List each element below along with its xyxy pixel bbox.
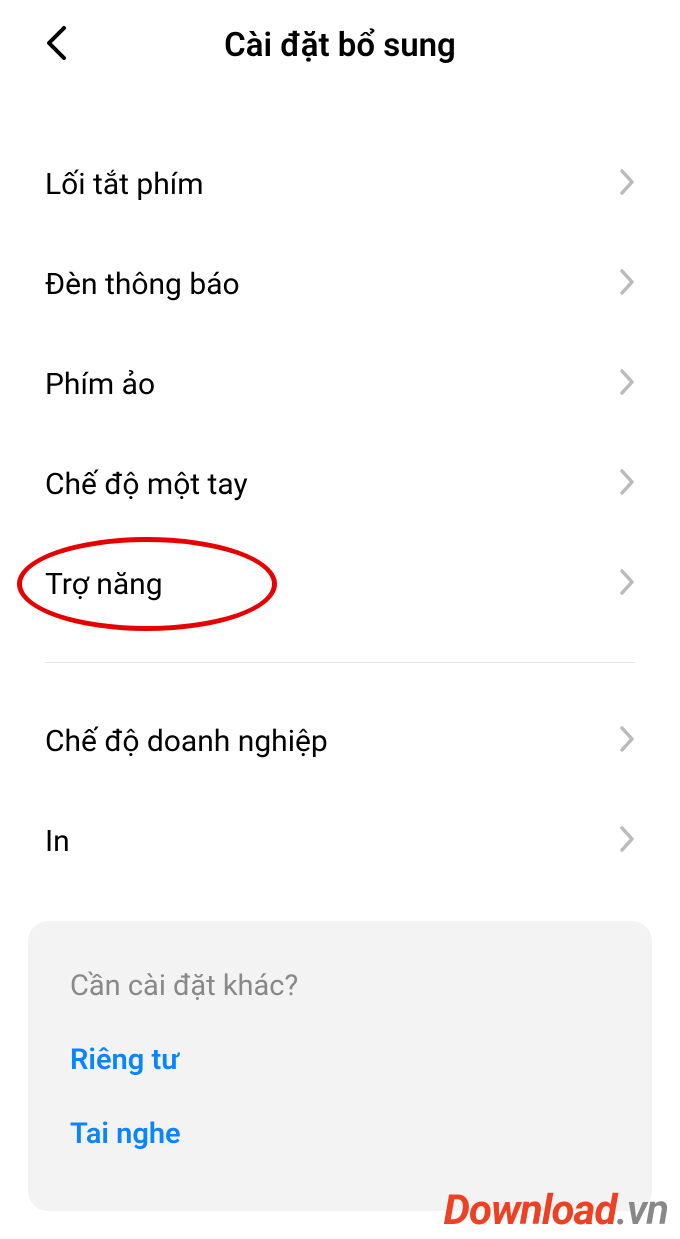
settings-item-accessibility[interactable]: Trợ năng xyxy=(45,534,635,634)
page-title: Cài đặt bổ sung xyxy=(45,26,635,65)
divider xyxy=(45,662,635,663)
settings-item-notification-light[interactable]: Đèn thông báo xyxy=(45,234,635,334)
settings-item-print[interactable]: In xyxy=(45,791,635,891)
settings-item-shortcuts[interactable]: Lối tắt phím xyxy=(45,134,635,234)
watermark-suffix: .vn xyxy=(616,1186,668,1235)
settings-item-label: Trợ năng xyxy=(45,567,163,602)
settings-item-label: Phím ảo xyxy=(45,367,155,402)
chevron-right-icon xyxy=(619,168,635,200)
settings-item-label: Lối tắt phím xyxy=(45,167,204,202)
other-settings-card: Cần cài đặt khác? Riêng tư Tai nghe xyxy=(28,921,652,1211)
settings-item-label: In xyxy=(45,824,70,859)
settings-item-enterprise-mode[interactable]: Chế độ doanh nghiệp xyxy=(45,691,635,791)
card-link-privacy[interactable]: Riêng tư xyxy=(70,1043,610,1077)
watermark: Download.vn xyxy=(444,1186,668,1235)
settings-item-label: Đèn thông báo xyxy=(45,267,240,302)
card-link-headphones[interactable]: Tai nghe xyxy=(70,1117,610,1151)
settings-item-virtual-keys[interactable]: Phím ảo xyxy=(45,334,635,434)
chevron-right-icon xyxy=(619,568,635,600)
chevron-right-icon xyxy=(619,268,635,300)
card-title: Cần cài đặt khác? xyxy=(70,969,610,1003)
chevron-right-icon xyxy=(619,368,635,400)
chevron-right-icon xyxy=(619,825,635,857)
settings-item-label: Chế độ doanh nghiệp xyxy=(45,724,328,759)
settings-item-one-handed-mode[interactable]: Chế độ một tay xyxy=(45,434,635,534)
chevron-right-icon xyxy=(619,468,635,500)
spacer xyxy=(0,90,680,134)
chevron-right-icon xyxy=(619,725,635,757)
settings-item-label: Chế độ một tay xyxy=(45,467,248,502)
watermark-text: Download xyxy=(444,1186,617,1235)
back-button[interactable] xyxy=(45,25,67,65)
chevron-left-icon xyxy=(45,25,67,61)
settings-list: Lối tắt phím Đèn thông báo Phím ảo Chế đ… xyxy=(0,134,680,891)
header: Cài đặt bổ sung xyxy=(0,0,680,90)
